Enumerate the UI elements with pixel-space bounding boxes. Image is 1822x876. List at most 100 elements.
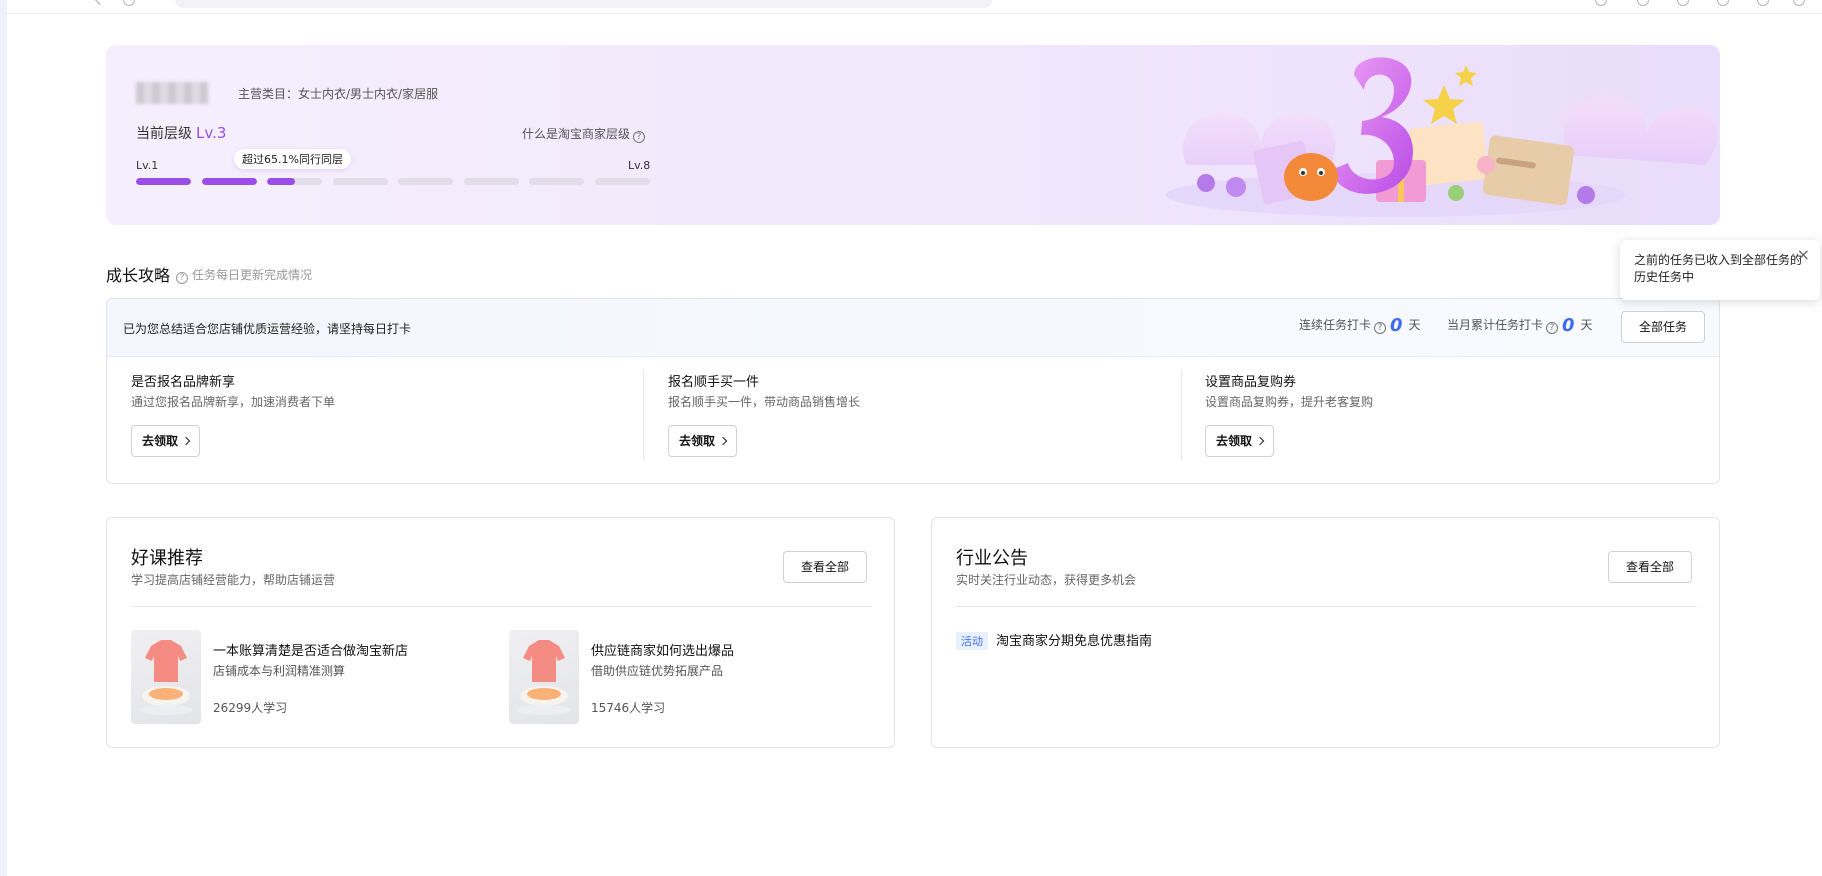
monthly-unit: 天 <box>1580 318 1593 332</box>
current-level: 当前层级 Lv.3 <box>136 123 226 143</box>
level-label: 当前层级 <box>136 126 192 142</box>
claim-button[interactable]: 去领取 <box>1205 425 1275 457</box>
search-input[interactable] <box>175 0 992 8</box>
question-icon[interactable]: ? <box>1546 322 1559 334</box>
panel-title: 行业公告 <box>956 548 1028 569</box>
claim-button[interactable]: 去领取 <box>668 425 738 457</box>
task-item: 报名顺手买一件 报名顺手买一件，带动商品销售增长 去领取 <box>644 357 1181 483</box>
chevron-right-icon <box>181 436 191 446</box>
toolbar-icon[interactable] <box>1637 0 1649 6</box>
level-progress-segment <box>594 178 650 185</box>
toolbar-icon[interactable] <box>1757 0 1769 6</box>
refresh-icon[interactable] <box>123 0 135 6</box>
toolbar-icon[interactable] <box>1677 0 1689 6</box>
view-all-courses-button[interactable]: 查看全部 <box>783 551 867 583</box>
announcement-item[interactable]: 活动 淘宝商家分期免息优惠指南 <box>956 630 1152 650</box>
course-thumbnail <box>131 630 201 724</box>
chevron-right-icon <box>1255 436 1265 446</box>
shop-name-blurred <box>136 82 208 104</box>
close-icon[interactable]: × <box>1797 246 1810 263</box>
level-max-label: Lv.8 <box>628 159 651 172</box>
panel-title: 好课推荐 <box>131 548 203 569</box>
panel-subtitle: 学习提高店铺经营能力，帮助店铺运营 <box>131 573 336 587</box>
back-icon[interactable] <box>92 0 108 6</box>
level-progress-segment <box>136 178 191 185</box>
level-progress-segment <box>398 178 453 185</box>
question-icon[interactable]: ? <box>633 131 646 143</box>
course-thumbnail <box>509 630 579 724</box>
level-progress-fill <box>136 178 191 185</box>
divider <box>956 606 1697 607</box>
task-title: 报名顺手买一件 <box>668 375 760 390</box>
merchant-level-banner: 主营类目：女士内衣/男士内衣/家居服 当前层级 Lv.3 什么是淘宝商家层级? 超… <box>106 45 1720 225</box>
popover-text: 之前的任务已收入到全部任务的历史任务中 <box>1634 253 1803 284</box>
course-desc: 借助供应链优势拓展产品 <box>591 664 724 678</box>
growth-note: ? 任务每日更新完成情况 <box>176 266 312 284</box>
question-icon[interactable]: ? <box>176 272 188 284</box>
claim-label: 去领取 <box>142 434 179 448</box>
course-title: 供应链商家如何选出爆品 <box>591 644 735 659</box>
task-title: 是否报名品牌新享 <box>131 375 236 390</box>
toolbar-icon[interactable] <box>1595 0 1607 6</box>
claim-label: 去领取 <box>1216 434 1253 448</box>
chevron-right-icon <box>718 436 728 446</box>
level-progress-segment <box>529 178 584 185</box>
course-image <box>517 640 571 715</box>
divider <box>643 370 644 460</box>
level-progress-segment <box>267 178 322 185</box>
growth-strategy-title: 成长攻略 <box>106 266 171 285</box>
divider <box>131 606 872 607</box>
course-learners: 15746人学习 <box>591 701 666 715</box>
streak-unit: 天 <box>1408 318 1421 332</box>
task-desc: 报名顺手买一件，带动商品销售增长 <box>668 395 861 409</box>
left-edge-strip <box>0 0 7 876</box>
course-desc: 店铺成本与利润精准测算 <box>213 664 346 678</box>
task-desc: 通过您报名品牌新享，加速消费者下单 <box>131 395 336 409</box>
course-card[interactable]: 一本账算清楚是否适合做淘宝新店 店铺成本与利润精准测算 26299人学习 <box>131 630 491 726</box>
level-progress-segment <box>201 178 257 185</box>
top-bar <box>7 0 1822 14</box>
announcement-text: 淘宝商家分期免息优惠指南 <box>996 634 1153 649</box>
panel-subtitle: 实时关注行业动态，获得更多机会 <box>956 573 1137 587</box>
level-progress-fill <box>201 178 257 185</box>
monthly-counter: 当月累计任务打卡? 0 天 <box>1447 315 1593 336</box>
task-item: 是否报名品牌新享 通过您报名品牌新享，加速消费者下单 去领取 <box>107 357 644 483</box>
level-value: Lv.3 <box>196 124 227 142</box>
question-icon[interactable]: ? <box>1374 322 1387 334</box>
streak-value: 0 <box>1390 315 1403 336</box>
course-recommend-panel: 好课推荐 学习提高店铺经营能力，帮助店铺运营 查看全部 一本账算清楚是否适合做淘… <box>106 517 895 748</box>
toolbar-icon[interactable] <box>1793 0 1805 6</box>
streak-counter: 连续任务打卡? 0 天 <box>1299 315 1421 336</box>
history-tasks-popover: 之前的任务已收入到全部任务的历史任务中 × <box>1620 240 1820 300</box>
claim-button[interactable]: 去领取 <box>131 425 201 457</box>
main-category: 主营类目：女士内衣/男士内衣/家居服 <box>238 87 439 101</box>
toolbar-icon[interactable] <box>1717 0 1729 6</box>
level-progress-segment <box>463 178 519 185</box>
industry-announcement-panel: 行业公告 实时关注行业动态，获得更多机会 查看全部 活动 淘宝商家分期免息优惠指南 <box>931 517 1720 748</box>
course-title: 一本账算清楚是否适合做淘宝新店 <box>213 644 409 659</box>
level-progress-segment <box>332 178 388 185</box>
monthly-label: 当月累计任务打卡 <box>1447 318 1544 332</box>
streak-label: 连续任务打卡 <box>1299 318 1372 332</box>
growth-task-card: 已为您总结适合您店铺优质运营经验，请坚持每日打卡 连续任务打卡? 0 天 当月累计任… <box>106 298 1720 484</box>
level-3-illustration <box>1166 57 1718 217</box>
task-title: 设置商品复购券 <box>1205 375 1297 390</box>
task-header-message: 已为您总结适合您店铺优质运营经验，请坚持每日打卡 <box>123 322 412 336</box>
course-image <box>139 640 193 715</box>
level-min-label: Lv.1 <box>136 159 159 172</box>
announcement-tag: 活动 <box>956 632 988 650</box>
task-item: 设置商品复购券 设置商品复购券，提升老客复购 去领取 <box>1181 357 1718 483</box>
task-card-header: 已为您总结适合您店铺优质运营经验，请坚持每日打卡 连续任务打卡? 0 天 当月累计任… <box>107 299 1719 357</box>
course-card[interactable]: 供应链商家如何选出爆品 借助供应链优势拓展产品 15746人学习 <box>509 630 869 726</box>
claim-label: 去领取 <box>679 434 716 448</box>
view-all-announcements-button[interactable]: 查看全部 <box>1608 551 1692 583</box>
what-is-level-link[interactable]: 什么是淘宝商家层级? <box>522 125 646 143</box>
growth-note-text: 任务每日更新完成情况 <box>192 268 313 282</box>
level-progress-fill <box>267 178 295 185</box>
task-desc: 设置商品复购券，提升老客复购 <box>1205 395 1374 409</box>
percentile-tooltip: 超过65.1%同行同层 <box>234 149 351 169</box>
monthly-value: 0 <box>1562 315 1575 336</box>
course-learners: 26299人学习 <box>213 701 288 715</box>
what-level-text: 什么是淘宝商家层级 <box>522 127 631 141</box>
all-tasks-button[interactable]: 全部任务 <box>1621 311 1705 343</box>
